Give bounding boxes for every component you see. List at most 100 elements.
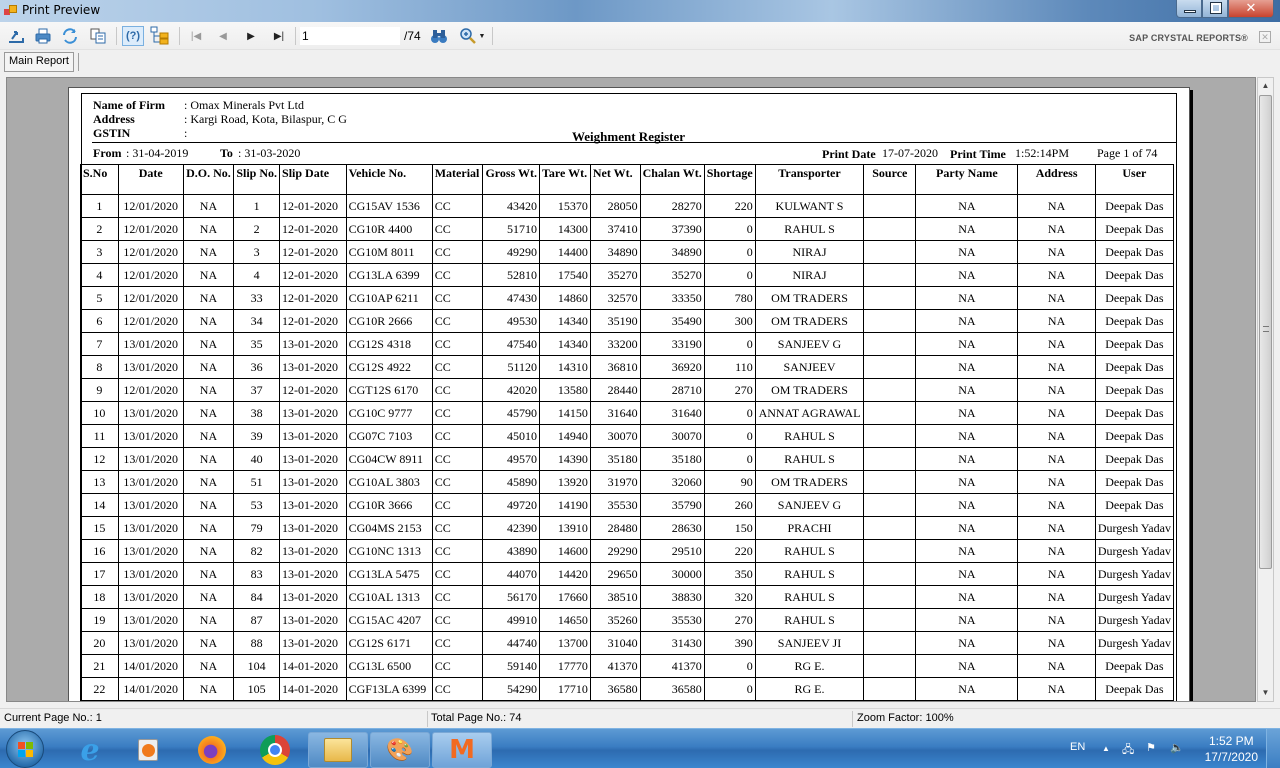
taskbar-paint[interactable]: 🎨 [370,732,430,768]
cell-gross-wt: 45890 [482,470,541,494]
system-clock[interactable]: 1:52 PM 17/7/2020 [1205,733,1258,765]
action-center-flag-icon[interactable]: ⚑ [1146,741,1156,754]
taskbar-report-app[interactable]: M [432,732,492,768]
taskbar-chrome[interactable] [245,732,305,768]
next-page-icon: ▶ [247,30,255,42]
first-page-button[interactable]: |◀ [186,26,206,46]
group-tree-button[interactable] [150,26,170,46]
cell-net-wt: 31640 [589,401,641,425]
cell-party-name: NA [915,608,1019,632]
title-bar: Print Preview ✕ [0,0,1280,22]
copy-button[interactable] [88,26,108,46]
cell-date: 12/01/2020 [117,286,184,310]
cell-gross-wt: 47430 [482,286,541,310]
cell-net-wt: 28480 [589,516,641,540]
close-button[interactable]: ✕ [1228,0,1274,18]
restore-button[interactable] [1202,0,1228,18]
scroll-up-icon[interactable]: ▲ [1258,78,1273,94]
taskbar-media-player[interactable] [118,732,178,768]
previous-page-button[interactable]: ◀ [213,26,233,46]
cell-do-no: NA [182,447,235,471]
print-button[interactable] [33,26,53,46]
cell-gross-wt: 52810 [482,263,541,287]
cell-vehicle-no: CG07C 7103 [345,424,433,448]
cell-date: 13/01/2020 [117,493,184,517]
cell-source [863,447,917,471]
cell-shortage: 320 [703,585,756,609]
cell-slip-date: 12-01-2020 [279,286,347,310]
table-row: 7 13/01/2020 NA 35 13-01-2020 CG12S 4318 CC 475… [80,332,1175,356]
cell-transporter: SANJEEV G [754,493,865,517]
cell-tare-wt: 13910 [539,516,591,540]
cell-tare-wt: 17770 [539,654,591,678]
cell-user: Durgesh Yadav [1094,562,1175,586]
scrollbar-thumb[interactable] [1259,95,1272,569]
cell-source [863,194,917,218]
language-indicator[interactable]: EN [1070,741,1085,753]
zoom-dropdown[interactable]: ▼ [457,26,487,46]
close-report-button[interactable]: ✕ [1259,31,1271,43]
find-button[interactable] [429,26,449,46]
cell-gross-wt: 54290 [482,677,541,701]
cell-gross-wt: 44740 [482,631,541,655]
cell-transporter: SANJEEV [754,355,865,379]
export-button[interactable] [6,26,26,46]
cell-vehicle-no: CG15AC 4207 [345,608,433,632]
cell-material: CC [431,470,484,494]
cell-slip-no: 37 [233,378,281,402]
show-hidden-icons-icon[interactable]: ▲ [1102,744,1110,753]
cell-address: NA [1017,194,1096,218]
minimize-button[interactable] [1176,0,1202,18]
cell-gross-wt: 56170 [482,585,541,609]
cell-material: CC [431,332,484,356]
cell-date: 12/01/2020 [117,240,184,264]
column-header-address: Address [1017,164,1096,195]
volume-icon[interactable]: 🔈 [1170,741,1184,754]
cell-gross-wt: 43890 [482,539,541,563]
cell-net-wt: 35180 [589,447,641,471]
restore-icon [1210,2,1222,14]
show-desktop-button[interactable] [1266,729,1280,768]
cell-date: 13/01/2020 [117,608,184,632]
cell-date: 12/01/2020 [117,217,184,241]
cell-user: Deepak Das [1094,240,1175,264]
cell-date: 13/01/2020 [117,447,184,471]
cell-transporter: PRACHI [754,516,865,540]
network-icon[interactable]: 🖧 [1122,741,1134,760]
table-row: 13 13/01/2020 NA 51 13-01-2020 CG10AL 3803 CC 4… [80,470,1175,494]
taskbar-internet-explorer[interactable]: e [60,732,120,768]
cell-slip-no: 36 [233,355,281,379]
vertical-scrollbar[interactable]: ▲ ▼ [1257,77,1274,702]
cell-slip-no: 105 [233,677,281,701]
cell-net-wt: 38510 [589,585,641,609]
cell-sno: 3 [80,240,119,264]
cell-net-wt: 33200 [589,332,641,356]
cell-source [863,332,917,356]
page-number-input[interactable] [300,27,400,45]
scroll-down-icon[interactable]: ▼ [1258,685,1273,701]
column-header-source: Source [863,164,917,195]
taskbar-file-explorer[interactable] [308,732,368,768]
cell-user: Deepak Das [1094,470,1175,494]
cell-source [863,309,917,333]
cell-date: 12/01/2020 [117,263,184,287]
cell-do-no: NA [182,585,235,609]
cell-party-name: NA [915,194,1019,218]
cell-do-no: NA [182,240,235,264]
help-button[interactable]: (?) [122,26,144,46]
cell-user: Durgesh Yadav [1094,585,1175,609]
cell-address: NA [1017,631,1096,655]
start-button[interactable] [6,730,44,768]
cell-do-no: NA [182,309,235,333]
firefox-icon [198,736,226,764]
cell-shortage: 0 [703,401,756,425]
cell-user: Deepak Das [1094,194,1175,218]
refresh-button[interactable] [60,26,80,46]
next-page-button[interactable]: ▶ [241,26,261,46]
cell-party-name: NA [915,677,1019,701]
cell-gross-wt: 42020 [482,378,541,402]
last-page-button[interactable]: ▶| [269,26,289,46]
taskbar-firefox[interactable] [182,732,242,768]
tab-main-report[interactable]: Main Report [4,52,74,72]
tab-bar: Main Report [0,50,1280,74]
